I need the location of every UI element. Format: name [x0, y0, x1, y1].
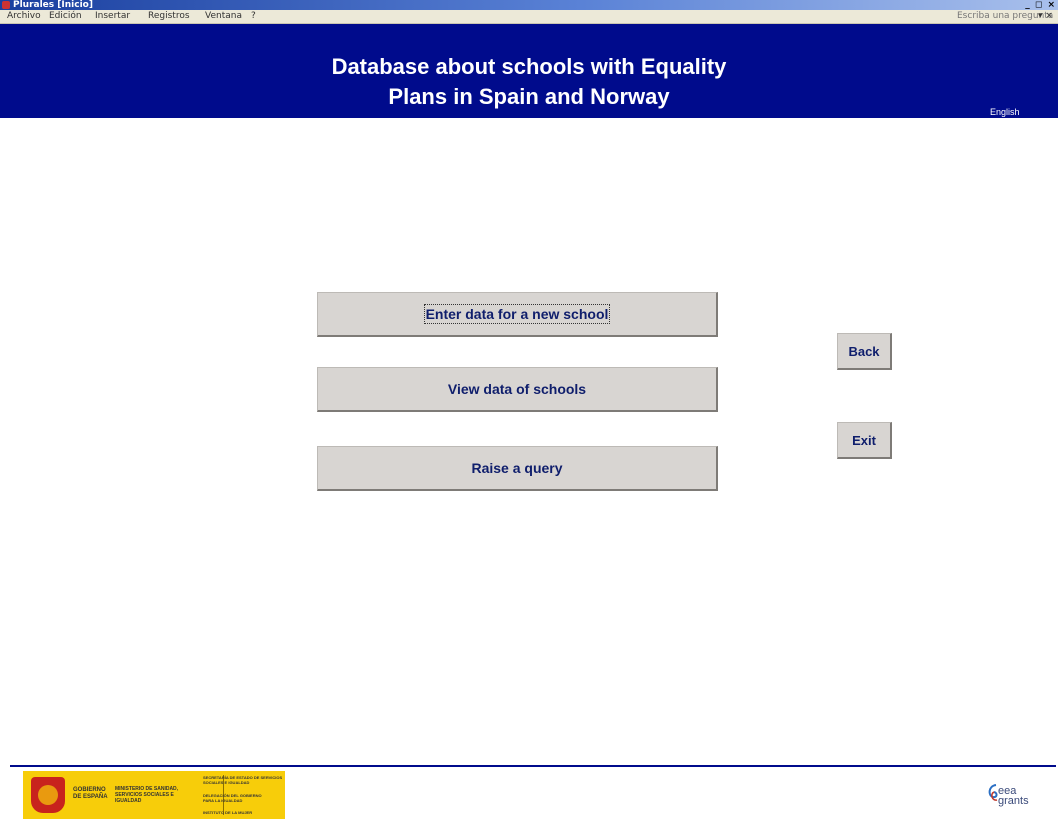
page-title-line1: Database about schools with Equality	[331, 54, 727, 79]
back-button[interactable]: Back	[837, 333, 892, 370]
spain-crest-icon	[31, 777, 65, 813]
back-label: Back	[848, 343, 880, 359]
exit-button[interactable]: Exit	[837, 422, 892, 459]
enter-data-label: Enter data for a new school	[423, 304, 611, 324]
menu-bar: Archivo Edición Insertar Registros Venta…	[0, 10, 1058, 24]
menu-insertar[interactable]: Insertar	[95, 10, 130, 23]
menu-help[interactable]: ?	[251, 10, 256, 23]
view-data-label: View data of schools	[447, 381, 587, 397]
gov-logo-delegacion: DELEGACIÓN DEL GOBIERNO PARA LA IGUALDAD	[203, 793, 262, 803]
gov-logo-secretaria: SECRETARÍA DE ESTADO DE SERVICIOS SOCIAL…	[203, 775, 283, 785]
header-banner: Database about schools with Equality Pla…	[0, 24, 1058, 118]
help-dropdown-arrow[interactable]: ▾ ×	[1038, 10, 1053, 23]
window-controls[interactable]: _ ◻ ×	[1025, 0, 1056, 10]
window-title-bar: Plurales [Inicio] _ ◻ ×	[0, 0, 1058, 10]
page-title: Database about schools with Equality Pla…	[0, 52, 1058, 112]
gov-logo-ministerio: MINISTERIO DE SANIDAD, SERVICIOS SOCIALE…	[115, 786, 179, 804]
gov-logo-instituto: INSTITUTO DE LA MUJER	[203, 810, 253, 815]
language-link[interactable]: English	[990, 107, 1020, 117]
raise-query-button[interactable]: Raise a query	[317, 446, 718, 491]
window-title: Plurales [Inicio]	[13, 0, 93, 10]
page-title-line2: Plans in Spain and Norway	[388, 84, 670, 109]
raise-query-label: Raise a query	[471, 460, 563, 476]
spain-government-logo: GOBIERNO DE ESPAÑA MINISTERIO DE SANIDAD…	[23, 771, 285, 819]
view-data-button[interactable]: View data of schools	[317, 367, 718, 412]
menu-edicion[interactable]: Edición	[49, 10, 82, 23]
menu-registros[interactable]: Registros	[148, 10, 190, 23]
eea-grants-logo: eea grants	[986, 776, 1046, 816]
app-icon	[2, 1, 10, 9]
menu-ventana[interactable]: Ventana	[205, 10, 242, 23]
exit-label: Exit	[852, 432, 876, 448]
footer-divider	[10, 765, 1056, 767]
enter-data-button[interactable]: Enter data for a new school	[317, 292, 718, 337]
eea-grants-text: eea grants	[998, 785, 1029, 807]
menu-archivo[interactable]: Archivo	[7, 10, 41, 23]
gov-logo-gobierno: GOBIERNO DE ESPAÑA	[73, 787, 108, 800]
